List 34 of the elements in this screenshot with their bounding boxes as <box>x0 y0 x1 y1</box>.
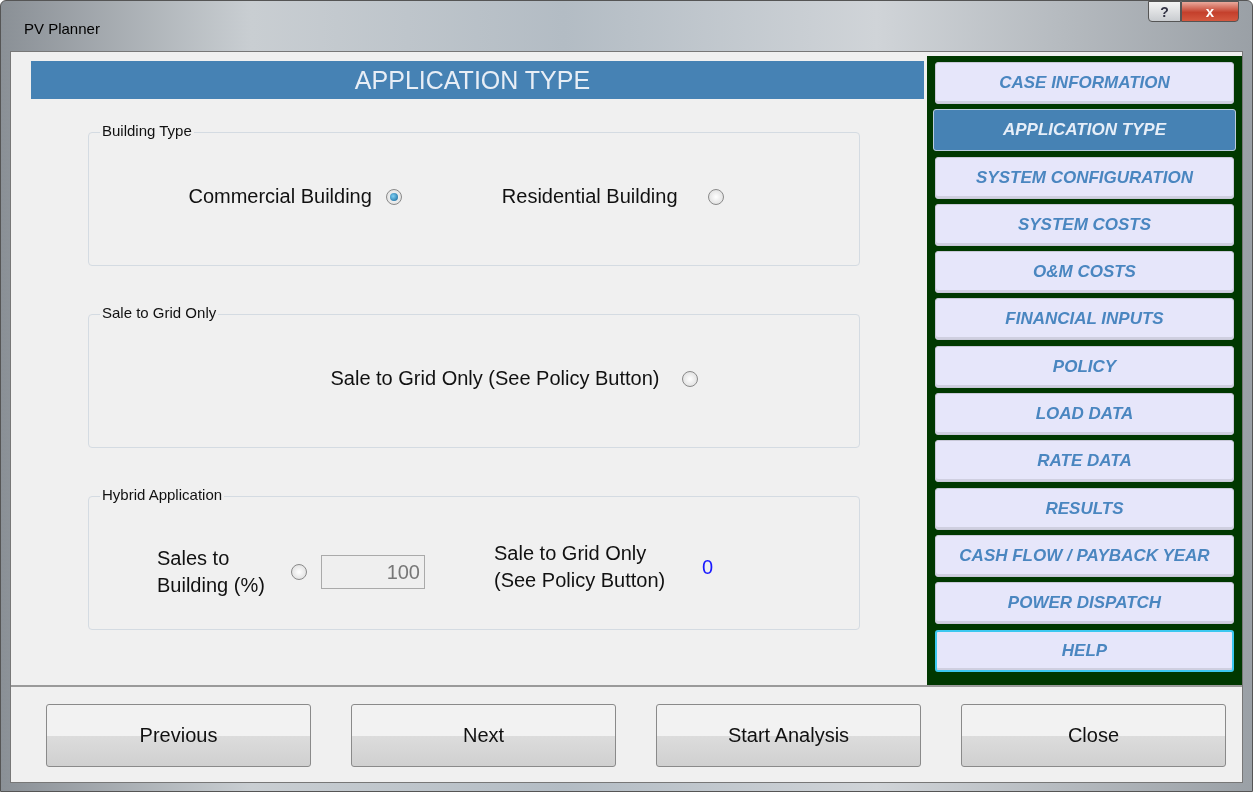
radio-button[interactable] <box>385 188 402 205</box>
action-button[interactable]: Next <box>351 704 616 767</box>
option-label: Sale to Grid Only (See Policy Button) <box>330 367 660 390</box>
nav-button[interactable]: APPLICATION TYPE <box>933 109 1236 152</box>
nav-button[interactable]: CASH FLOW / PAYBACK YEAR <box>935 534 1234 577</box>
radio-button[interactable] <box>291 564 307 580</box>
nav-button[interactable]: RESULTS <box>935 487 1234 530</box>
nav-button[interactable]: HELP <box>935 629 1234 672</box>
readout-value: 0 <box>702 555 714 579</box>
nav-button[interactable]: SYSTEM COSTS <box>935 203 1234 246</box>
option-label: Sales to Building (%) <box>157 546 266 598</box>
option-label: Residential Building <box>501 185 678 208</box>
nav-button[interactable]: O&M COSTS <box>935 251 1234 294</box>
nav-button[interactable]: CASE INFORMATION <box>935 62 1234 104</box>
nav-button[interactable]: POWER DISPATCH <box>935 582 1234 625</box>
window-close-button[interactable]: x <box>1181 1 1239 22</box>
group-title: Building Type <box>100 122 194 139</box>
readout-label: Sale to Grid Only (See Policy Button) <box>494 541 667 593</box>
nav-button[interactable]: LOAD DATA <box>935 393 1234 436</box>
window-help-button[interactable]: ? <box>1148 1 1181 22</box>
action-button[interactable]: Close <box>961 704 1226 767</box>
group-title: Sale to Grid Only <box>100 304 219 321</box>
nav-button[interactable]: RATE DATA <box>935 440 1234 483</box>
nav-button[interactable]: FINANCIAL INPUTS <box>935 298 1234 341</box>
nav-button[interactable]: SYSTEM CONFIGURATION <box>935 156 1234 199</box>
radio-button[interactable] <box>681 370 698 387</box>
action-button[interactable]: Previous <box>46 704 311 767</box>
group-title: Hybrid Application <box>100 486 225 503</box>
action-button[interactable]: Start Analysis <box>656 704 921 767</box>
option-label: Commercial Building <box>188 185 372 208</box>
nav-button[interactable]: POLICY <box>935 345 1234 388</box>
window-title: PV Planner <box>24 20 100 37</box>
radio-button[interactable] <box>707 188 724 205</box>
section-title: APPLICATION TYPE <box>354 65 591 95</box>
